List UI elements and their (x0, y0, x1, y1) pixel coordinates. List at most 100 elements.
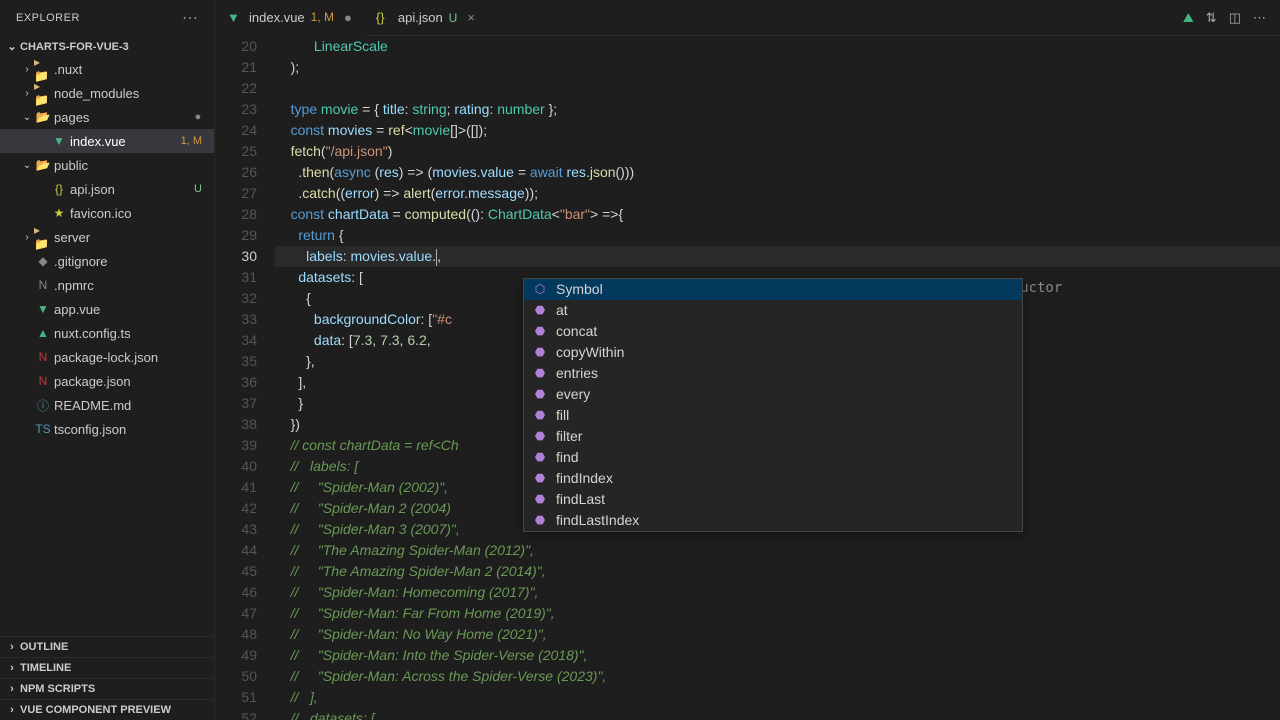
code-line[interactable]: const chartData = computed((): ChartData… (275, 204, 1280, 225)
folder-icon: ▸📁 (34, 223, 52, 251)
tab-label: api.json (398, 10, 443, 25)
suggest-item-filter[interactable]: ⬣filter (524, 426, 1022, 447)
tree-item--nuxt[interactable]: ›▸📁.nuxt (0, 57, 214, 81)
tree-item-nuxt-config-ts[interactable]: ▲nuxt.config.ts (0, 321, 214, 345)
suggest-item-find[interactable]: ⬣find (524, 447, 1022, 468)
tree-item-label: favicon.ico (70, 206, 131, 221)
code-line[interactable]: return { (275, 225, 1280, 246)
code-line[interactable] (275, 78, 1280, 99)
tree-item-tsconfig-json[interactable]: TStsconfig.json (0, 417, 214, 441)
suggest-item-findIndex[interactable]: ⬣findIndex (524, 468, 1022, 489)
intellisense-popup[interactable]: ⬡Symbol⬣at⬣concat⬣copyWithin⬣entries⬣eve… (523, 278, 1023, 532)
suggest-item-copyWithin[interactable]: ⬣copyWithin (524, 342, 1022, 363)
tree-item-node-modules[interactable]: ›▸📁node_modules (0, 81, 214, 105)
suggest-item-every[interactable]: ⬣every (524, 384, 1022, 405)
section-outline[interactable]: ›OUTLINE (0, 636, 214, 657)
more-actions-icon[interactable]: ⋯ (1253, 10, 1266, 26)
tree-item-label: nuxt.config.ts (54, 326, 131, 341)
line-gutter: 2021222324252627282930313233343536373839… (215, 36, 275, 720)
vue-icon: ▼ (227, 10, 243, 25)
tab-suffix: 1, M (311, 10, 334, 24)
folder-icon: ▸📁 (34, 79, 52, 107)
tree-item-label: pages (54, 110, 89, 125)
code-line[interactable]: .then(async (res) => (movies.value = awa… (275, 162, 1280, 183)
code-editor[interactable]: 2021222324252627282930313233343536373839… (215, 36, 1280, 720)
compare-icon[interactable]: ⇅ (1206, 10, 1217, 26)
tree-item-server[interactable]: ›▸📁server (0, 225, 214, 249)
section-timeline[interactable]: ›TIMELINE (0, 657, 214, 678)
tab-index-vue[interactable]: ▼index.vue1, M● (215, 0, 364, 36)
tree-item--npmrc[interactable]: N.npmrc (0, 273, 214, 297)
json-icon: {} (376, 10, 392, 25)
suggest-item-fill[interactable]: ⬣fill (524, 405, 1022, 426)
section-label: OUTLINE (20, 641, 68, 653)
suggest-label: concat (556, 321, 597, 342)
section-label: TIMELINE (20, 662, 71, 674)
section-npm-scripts[interactable]: ›NPM SCRIPTS (0, 678, 214, 699)
close-icon[interactable]: × (467, 10, 475, 25)
tree-item-package-lock-json[interactable]: Npackage-lock.json (0, 345, 214, 369)
line-number: 34 (215, 330, 257, 351)
project-section-header[interactable]: ⌄ CHARTS-FOR-VUE-3 (0, 36, 214, 57)
tree-item-package-json[interactable]: Npackage.json (0, 369, 214, 393)
tree-item-label: package.json (54, 374, 131, 389)
tree-item-pages[interactable]: ⌄📂pages● (0, 105, 214, 129)
tree-item-label: tsconfig.json (54, 422, 126, 437)
suggest-label: findLast (556, 489, 605, 510)
code-line[interactable]: // "The Amazing Spider-Man (2012)", (275, 540, 1280, 561)
code-line[interactable]: fetch("/api.json") (275, 141, 1280, 162)
tree-item-readme-md[interactable]: ⓘREADME.md (0, 393, 214, 417)
code-line[interactable]: // "The Amazing Spider-Man 2 (2014)", (275, 561, 1280, 582)
chevron-icon: › (20, 64, 34, 75)
nuxt-status-icon[interactable]: ⛰ (1183, 10, 1194, 26)
code-line[interactable]: .catch((error) => alert(error.message)); (275, 183, 1280, 204)
code-line[interactable]: // "Spider-Man: Far From Home (2019)", (275, 603, 1280, 624)
code-line[interactable]: type movie = { title: string; rating: nu… (275, 99, 1280, 120)
tree-item-index-vue[interactable]: ▼index.vue1, M (0, 129, 214, 153)
tree-item-favicon-ico[interactable]: ★favicon.ico (0, 201, 214, 225)
code-line[interactable]: labels: movies.value., (275, 246, 1280, 267)
line-number: 46 (215, 582, 257, 603)
explorer-more-icon[interactable]: ⋯ (182, 8, 198, 28)
method-icon: ⬣ (532, 321, 548, 342)
code-line[interactable]: const movies = ref<movie[]>([]); (275, 120, 1280, 141)
split-editor-icon[interactable]: ◫ (1229, 10, 1241, 26)
tab-api-json[interactable]: {}api.jsonU× (364, 0, 487, 36)
suggest-item-at[interactable]: ⬣at (524, 300, 1022, 321)
tree-item-app-vue[interactable]: ▼app.vue (0, 297, 214, 321)
suggest-item-findLastIndex[interactable]: ⬣findLastIndex (524, 510, 1022, 531)
line-number: 47 (215, 603, 257, 624)
code-line[interactable]: // "Spider-Man: Across the Spider-Verse … (275, 666, 1280, 687)
line-number: 43 (215, 519, 257, 540)
code-line[interactable]: ); (275, 57, 1280, 78)
tree-item-label: README.md (54, 398, 131, 413)
code-line[interactable]: // "Spider-Man: Homecoming (2017)", (275, 582, 1280, 603)
line-number: 28 (215, 204, 257, 225)
tree-item-label: .npmrc (54, 278, 94, 293)
suggest-item-entries[interactable]: ⬣entries (524, 363, 1022, 384)
line-number: 27 (215, 183, 257, 204)
suggest-item-findLast[interactable]: ⬣findLast (524, 489, 1022, 510)
section-label: VUE COMPONENT PREVIEW (20, 704, 171, 716)
code-line[interactable]: LinearScale (275, 36, 1280, 57)
dirty-dot-icon[interactable]: ● (344, 10, 352, 25)
line-number: 38 (215, 414, 257, 435)
json-icon: {} (50, 182, 68, 196)
chevron-icon: ⌄ (20, 112, 34, 123)
line-number: 42 (215, 498, 257, 519)
line-number: 37 (215, 393, 257, 414)
vue-icon: ▼ (34, 302, 52, 316)
code-line[interactable]: // ], (275, 687, 1280, 708)
tree-item-api-json[interactable]: {}api.jsonU (0, 177, 214, 201)
section-vue-component-preview[interactable]: ›VUE COMPONENT PREVIEW (0, 699, 214, 720)
suggest-item-concat[interactable]: ⬣ concat (524, 321, 1022, 342)
suggest-item-Symbol[interactable]: ⬡Symbol (524, 279, 1022, 300)
method-icon: ⬣ (532, 468, 548, 489)
code-line[interactable]: // "Spider-Man: Into the Spider-Verse (2… (275, 645, 1280, 666)
scm-badge: U (194, 183, 202, 195)
method-icon: ⬣ (532, 426, 548, 447)
tree-item--gitignore[interactable]: ◆.gitignore (0, 249, 214, 273)
code-line[interactable]: // "Spider-Man: No Way Home (2021)", (275, 624, 1280, 645)
code-line[interactable]: // datasets: [ (275, 708, 1280, 720)
tree-item-public[interactable]: ⌄📂public (0, 153, 214, 177)
